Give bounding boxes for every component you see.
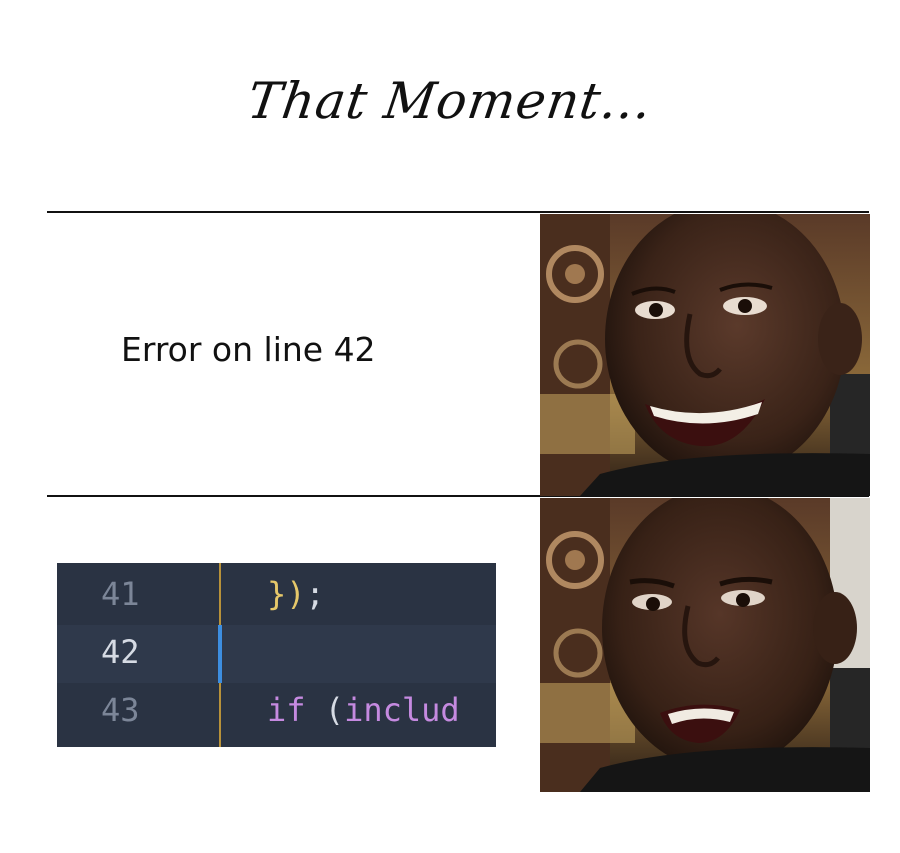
man-smiling-photo — [540, 214, 870, 496]
man-smiling-illustration — [540, 214, 870, 496]
code-snippet: 41 }); 42 43 if (includ — [57, 563, 496, 747]
man-disappointed-illustration — [540, 498, 870, 792]
code-line: 43 if (includ — [57, 683, 496, 741]
line-number: 42 — [101, 633, 140, 671]
divider-top — [47, 211, 869, 213]
meme-title: That Moment... — [244, 72, 656, 130]
cursor-marker — [218, 625, 222, 683]
code-line: 41 }); — [57, 567, 496, 625]
error-caption: Error on line 42 — [121, 330, 376, 369]
code-token: ; — [305, 575, 325, 613]
line-number: 41 — [101, 575, 140, 613]
code-text: if (includ — [267, 691, 460, 729]
code-token: if — [267, 691, 306, 729]
man-disappointed-photo — [540, 498, 870, 792]
code-token: ( — [305, 691, 345, 729]
code-token: includ — [344, 691, 460, 729]
code-text: }); — [267, 575, 325, 613]
code-line-highlighted: 42 — [57, 625, 496, 683]
line-number: 43 — [101, 691, 140, 729]
code-token: }) — [267, 575, 306, 613]
